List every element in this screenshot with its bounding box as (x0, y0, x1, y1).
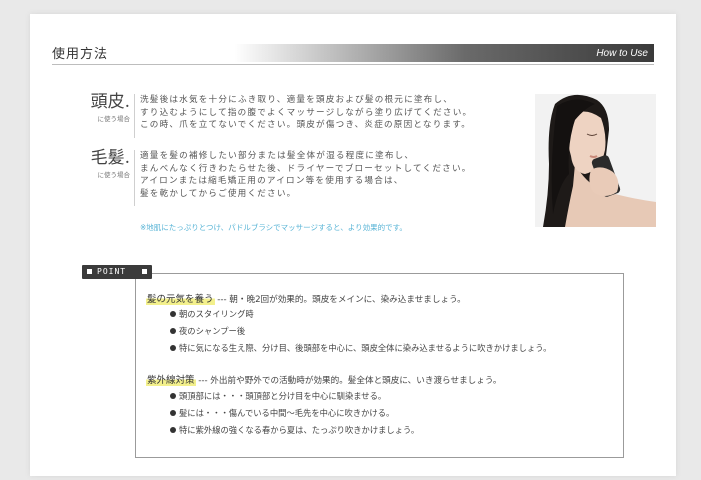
list-item: 頭頂部には・・・頭頂部と分け目を中心に馴染ませる。 (170, 390, 386, 402)
point-box: 髪の元気を養う --- 朝・晩2回が効果的。頭皮をメインに、染み込ませましょう。… (135, 273, 624, 458)
hair-line: 髪を乾かしてからご使用ください。 (140, 188, 297, 199)
instruction-sheet: 使用方法 How to Use 頭皮. に使う場合 洗髪後は水気を十分にふき取り… (30, 14, 676, 476)
usage-note: ※地肌にたっぷりとつけ、パドルブラシでマッサージすると、より効果的です。 (140, 223, 407, 232)
scalp-line: すり込むようにして指の腹でよくマッサージしながら塗り広げてください。 (140, 107, 473, 118)
point-tag-label: POINT (97, 267, 127, 276)
list-item-text: 特に紫外線の強くなる春から夏は、たっぷり吹きかけましょう。 (179, 425, 420, 435)
square-icon (142, 269, 147, 274)
scalp-divider (134, 94, 135, 138)
hair-label-sub: に使う場合 (97, 171, 131, 179)
bullet-icon (170, 393, 176, 399)
scalp-label-title: 頭皮. (90, 92, 130, 112)
section-header: 使用方法 How to Use (52, 42, 654, 65)
point-desc-2: --- 外出前や野外での活動時が効果的。髪全体と頭皮に、いき渡らせましょう。 (195, 376, 502, 386)
list-item-text: 頭頂部には・・・頭頂部と分け目を中心に馴染ませる。 (179, 391, 387, 401)
bullet-icon (170, 345, 176, 351)
bullet-icon (170, 328, 176, 334)
scalp-line: 洗髪後は水気を十分にふき取り、適量を頭皮および髪の根元に塗布し、 (140, 95, 454, 105)
point-heading-1: 髪の元気を養う (146, 294, 215, 305)
square-icon (87, 269, 92, 274)
scalp-instructions: 洗髪後は水気を十分にふき取り、適量を頭皮および髪の根元に塗布し、 すり込むように… (140, 94, 530, 132)
hair-line: まんべんなく行きわたらせた後、ドライヤーでブローセットしてください。 (140, 163, 472, 174)
hair-label: 毛髪. に使う場合 (74, 148, 130, 179)
bullet-icon (170, 427, 176, 433)
list-item: 朝のスタイリング時 (170, 308, 254, 320)
model-photo (535, 94, 656, 227)
point-section-1: 髪の元気を養う --- 朝・晩2回が効果的。頭皮をメインに、染み込ませましょう。 (146, 291, 466, 305)
point-desc-1: --- 朝・晩2回が効果的。頭皮をメインに、染み込ませましょう。 (214, 295, 466, 305)
list-item: 夜のシャンプー後 (170, 325, 245, 337)
list-item-text: 夜のシャンプー後 (179, 326, 246, 336)
page-title: 使用方法 (52, 47, 109, 62)
hair-line: 適量を髪の補修したい部分または髪全体が湿る程度に塗布し、 (140, 151, 415, 161)
point-tag: POINT (82, 265, 152, 279)
header-subtitle-en: How to Use (596, 48, 648, 59)
list-item-text: 特に気になる生え際、分け目、後頭部を中心に、頭皮全体に染み込ませるように吹きかけ… (179, 343, 552, 353)
hair-line: アイロンまたは縮毛矯正用のアイロン等を使用する場合は、 (140, 176, 404, 187)
hair-instructions: 適量を髪の補修したい部分または髪全体が湿る程度に塗布し、 まんべんなく行きわたら… (140, 150, 530, 200)
scalp-label: 頭皮. に使う場合 (74, 92, 130, 123)
scalp-label-sub: に使う場合 (97, 115, 131, 123)
hair-divider (134, 150, 135, 206)
list-item-text: 朝のスタイリング時 (179, 309, 254, 319)
scalp-line: この時、爪を立てないでください。頭皮が傷つき、炎症の原因となります。 (140, 120, 472, 131)
list-item: 特に紫外線の強くなる春から夏は、たっぷり吹きかけましょう。 (170, 424, 419, 436)
list-item: 特に気になる生え際、分け目、後頭部を中心に、頭皮全体に染み込ませるように吹きかけ… (170, 342, 551, 354)
bullet-icon (170, 311, 176, 317)
point-heading-2: 紫外線対策 (146, 375, 196, 386)
list-item-text: 髪には・・・傷んでいる中間〜毛先を中心に吹きかける。 (179, 408, 395, 418)
point-section-2: 紫外線対策 --- 外出前や野外での活動時が効果的。髪全体と頭皮に、いき渡らせま… (146, 372, 502, 386)
bullet-icon (170, 410, 176, 416)
list-item: 髪には・・・傷んでいる中間〜毛先を中心に吹きかける。 (170, 407, 394, 419)
hair-label-title: 毛髪. (90, 148, 130, 168)
header-gradient-bar: How to Use (234, 44, 654, 62)
